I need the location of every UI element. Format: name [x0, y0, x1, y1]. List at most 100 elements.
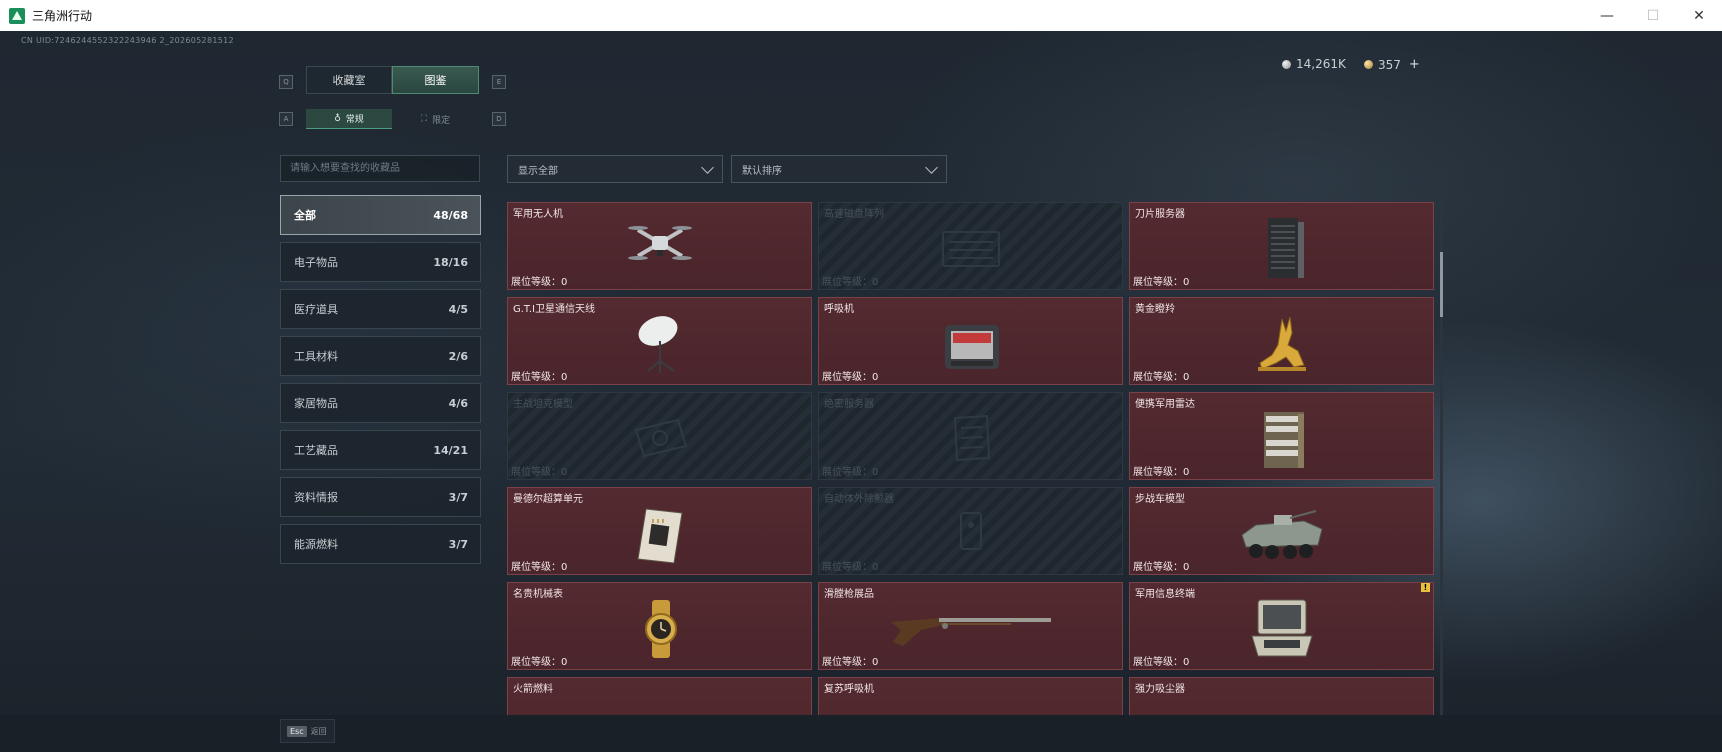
- chevron-down-icon: [701, 160, 714, 174]
- silver-amount: 14,261K: [1296, 57, 1346, 71]
- minimize-button[interactable]: —: [1584, 0, 1630, 31]
- ventilator-icon: [944, 325, 999, 369]
- category-count: 14/21: [433, 443, 468, 457]
- maximize-button[interactable]: ☐: [1630, 0, 1676, 31]
- scrollbar-thumb[interactable]: [1440, 252, 1443, 317]
- ifv-model-icon: [1240, 510, 1323, 559]
- category-label: 能源燃料: [294, 538, 338, 551]
- item-level: 展位等级：0: [511, 562, 568, 573]
- collection-grid: 军用无人机 展位等级：0 高速磁盘阵列 展位等级：0 刀片服务器 展位等级：0 …: [507, 202, 1434, 716]
- collection-item[interactable]: 呼吸机 展位等级：0: [818, 297, 1123, 385]
- item-name: 军用信息终端: [1135, 589, 1195, 600]
- category-count: 3/7: [448, 537, 468, 551]
- category-label: 工具材料: [294, 350, 338, 363]
- satellite-dish-icon: [638, 316, 677, 373]
- item-name: 主战坦克模型: [513, 399, 573, 410]
- collection-item[interactable]: 强力吸尘器: [1129, 677, 1434, 716]
- terminal-icon: [1250, 599, 1313, 657]
- category-tools[interactable]: 工具材料 2/6: [280, 336, 481, 376]
- item-level: 展位等级：0: [511, 467, 568, 478]
- collection-item[interactable]: G.T.I卫星通信天线 展位等级：0: [507, 297, 812, 385]
- back-button[interactable]: Esc 返回: [280, 719, 335, 743]
- item-level: 展位等级：0: [822, 657, 879, 668]
- blade-server-icon: [1267, 218, 1304, 278]
- item-name: 强力吸尘器: [1135, 684, 1185, 695]
- subtab-regular[interactable]: ♁ 常规: [306, 109, 392, 129]
- drone-icon: [627, 226, 692, 260]
- collection-item[interactable]: 军用信息终端 ! 展位等级：0: [1129, 582, 1434, 670]
- category-count: 48/68: [433, 208, 468, 222]
- game-viewport: CN UID:7246244552322243946 2_20260528151…: [0, 31, 1722, 752]
- supercomputer-icon: [636, 508, 683, 564]
- category-label: 医疗道具: [294, 303, 338, 316]
- item-level: 展位等级：0: [511, 657, 568, 668]
- item-name: 高速磁盘阵列: [824, 209, 884, 220]
- collection-search-input[interactable]: [280, 155, 480, 182]
- collection-item[interactable]: 名贵机械表 展位等级：0: [507, 582, 812, 670]
- sort-value: 默认排序: [742, 165, 782, 177]
- category-label: 电子物品: [294, 256, 338, 269]
- tab-catalog[interactable]: 图鉴: [392, 66, 479, 94]
- item-name: 自动体外除颤器: [824, 494, 894, 505]
- key-hint-d: D: [492, 112, 506, 126]
- collection-item[interactable]: 刀片服务器 展位等级：0: [1129, 202, 1434, 290]
- item-name: G.T.I卫星通信天线: [513, 304, 595, 315]
- item-name: 曼德尔超算单元: [513, 494, 583, 505]
- item-level: 展位等级：0: [1133, 657, 1190, 668]
- category-household[interactable]: 家居物品 4/6: [280, 383, 481, 423]
- category-energy[interactable]: 能源燃料 3/7: [280, 524, 481, 564]
- category-label: 资料情报: [294, 491, 338, 504]
- collection-item[interactable]: 主战坦克模型 展位等级：0: [507, 392, 812, 480]
- category-count: 18/16: [433, 255, 468, 269]
- regular-icon: ♁: [334, 113, 341, 124]
- collection-item[interactable]: 火箭燃料: [507, 677, 812, 716]
- collection-item[interactable]: 黄金瞪羚 展位等级：0: [1129, 297, 1434, 385]
- item-name: 黄金瞪羚: [1135, 304, 1175, 315]
- category-all[interactable]: 全部 48/68: [280, 195, 481, 235]
- close-button[interactable]: ✕: [1676, 0, 1722, 31]
- category-intel[interactable]: 资料情报 3/7: [280, 477, 481, 517]
- collection-item[interactable]: 高速磁盘阵列 展位等级：0: [818, 202, 1123, 290]
- item-level: 展位等级：0: [822, 467, 879, 478]
- item-name: 呼吸机: [824, 304, 854, 315]
- display-filter-value: 显示全部: [518, 165, 558, 177]
- category-count: 3/7: [448, 490, 468, 504]
- item-level: 展位等级：0: [511, 372, 568, 383]
- category-crafts[interactable]: 工艺藏品 14/21: [280, 430, 481, 470]
- musket-icon: [890, 618, 1051, 646]
- display-filter-dropdown[interactable]: 显示全部: [507, 155, 723, 183]
- subtab-limited[interactable]: ⛶ 限定: [392, 109, 479, 129]
- collection-item[interactable]: 自动体外除颤器 展位等级：0: [818, 487, 1123, 575]
- subtab-limited-label: 限定: [432, 115, 451, 126]
- item-name: 名贵机械表: [513, 589, 563, 600]
- gold-coin-icon: [1364, 60, 1373, 69]
- tab-collection-room[interactable]: 收藏室: [306, 66, 392, 94]
- collection-item[interactable]: 步战车模型 展位等级：0: [1129, 487, 1434, 575]
- sort-dropdown[interactable]: 默认排序: [731, 155, 947, 183]
- category-medical[interactable]: 医疗道具 4/5: [280, 289, 481, 329]
- item-name: 滑膛枪展品: [824, 589, 874, 600]
- collection-item[interactable]: 绝密服务器 展位等级：0: [818, 392, 1123, 480]
- add-currency-button[interactable]: +: [1409, 57, 1420, 72]
- grid-scrollbar[interactable]: [1440, 202, 1443, 716]
- item-level: 展位等级：0: [822, 562, 879, 573]
- collection-item[interactable]: 复苏呼吸机: [818, 677, 1123, 716]
- collection-item[interactable]: 滑膛枪展品 展位等级：0: [818, 582, 1123, 670]
- category-count: 2/6: [448, 349, 468, 363]
- esc-key-icon: Esc: [287, 725, 307, 737]
- app-logo-icon: [9, 7, 25, 24]
- category-label: 全部: [294, 209, 316, 222]
- defibrillator-icon: [959, 512, 982, 550]
- silver-currency: 14,261K: [1282, 57, 1346, 71]
- category-count: 4/6: [448, 396, 468, 410]
- collection-item[interactable]: 便携军用雷达 展位等级：0: [1129, 392, 1434, 480]
- item-level: 展位等级：0: [822, 372, 879, 383]
- item-name: 军用无人机: [513, 209, 563, 220]
- category-electronics[interactable]: 电子物品 18/16: [280, 242, 481, 282]
- key-hint-e: E: [492, 75, 506, 89]
- item-name: 火箭燃料: [513, 684, 553, 695]
- item-level: 展位等级：0: [1133, 372, 1190, 383]
- gold-currency: 357 +: [1364, 57, 1420, 72]
- collection-item[interactable]: 曼德尔超算单元 展位等级：0: [507, 487, 812, 575]
- collection-item[interactable]: 军用无人机 展位等级：0: [507, 202, 812, 290]
